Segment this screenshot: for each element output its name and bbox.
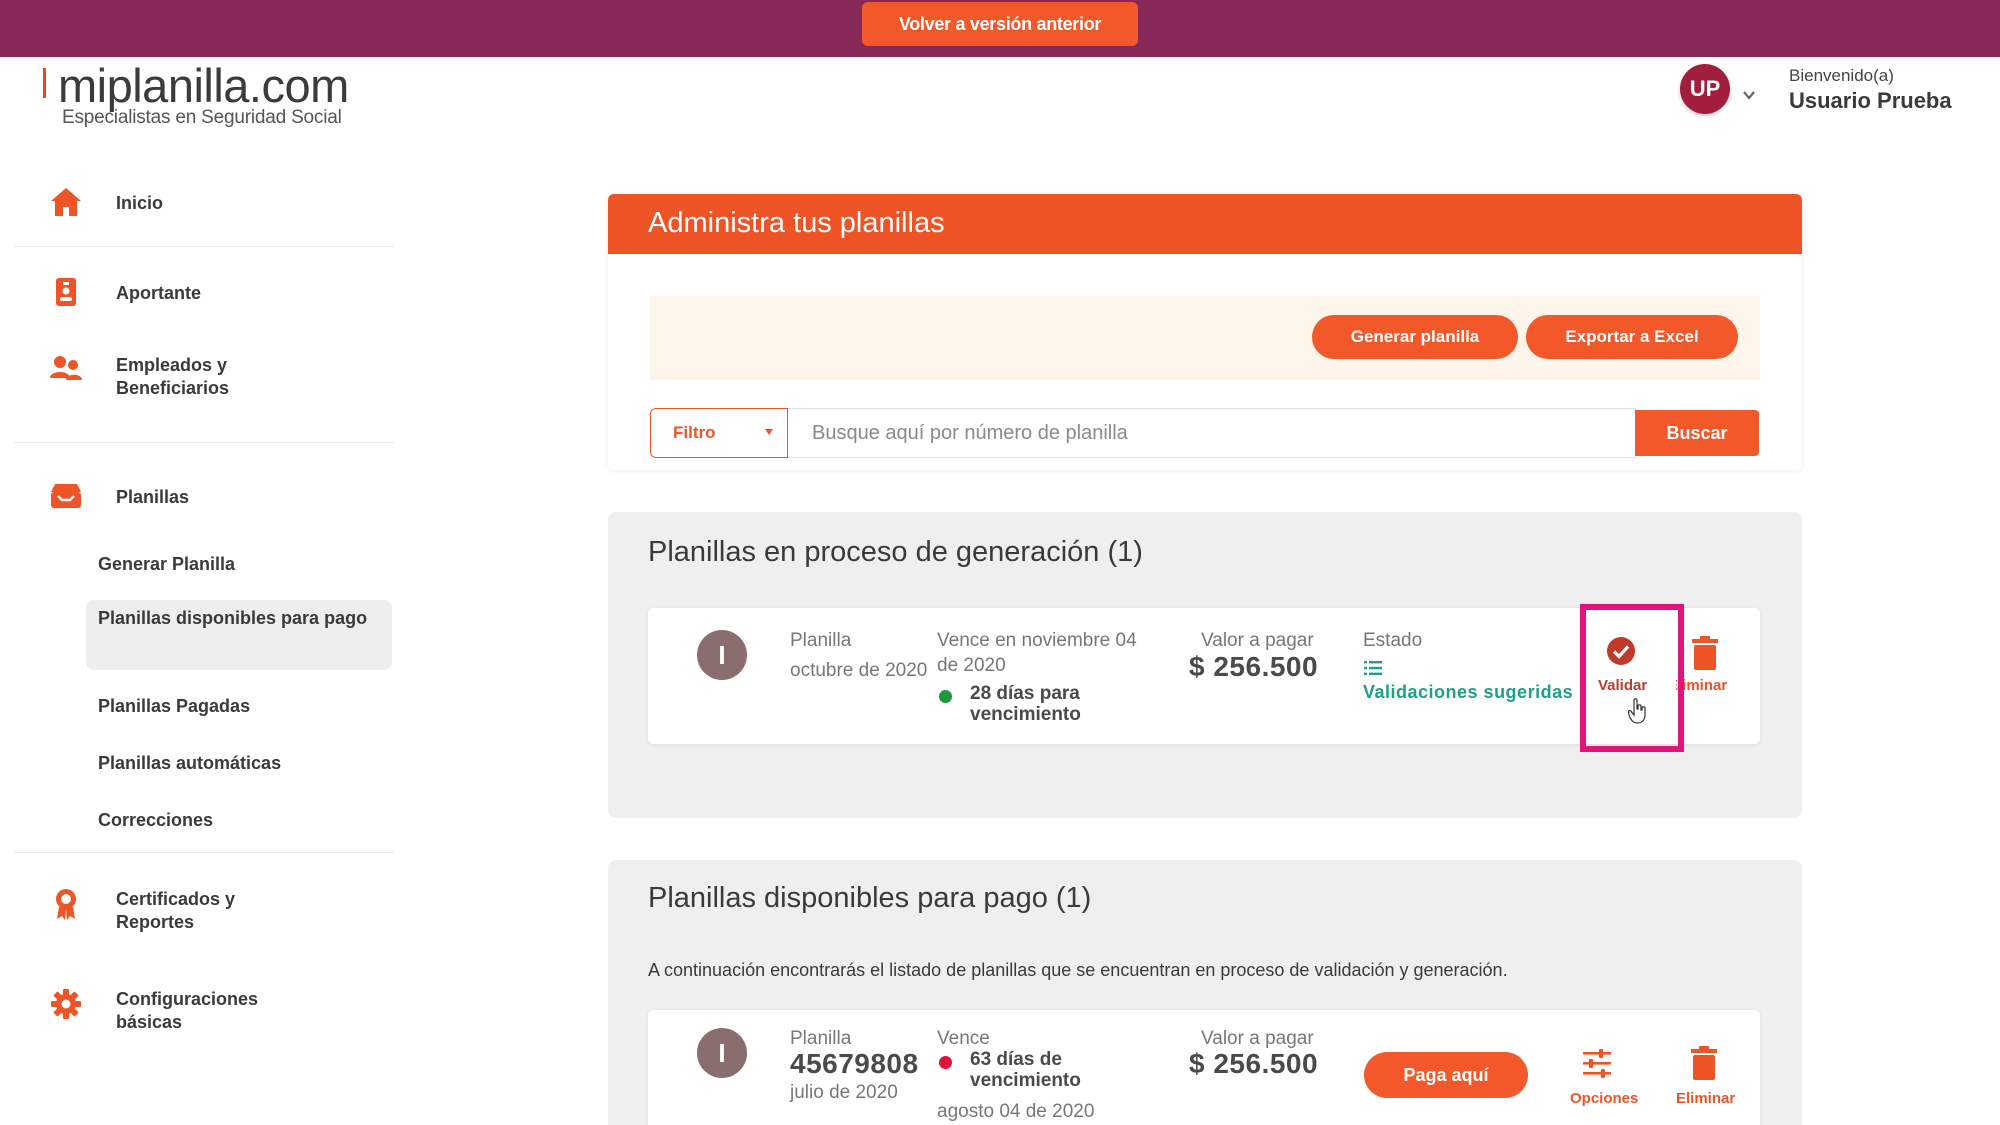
days-to-due-line2: vencimiento [970,1070,1081,1091]
section-title: Planillas disponibles para pago (1) [648,882,1092,914]
users-icon [50,356,82,380]
sidebar-item-configuraciones[interactable]: Configuraciones básicas [14,982,394,1036]
sidebar-subitem-correcciones[interactable]: Correcciones [86,808,392,833]
search-button[interactable]: Buscar [1635,410,1759,456]
planilla-period: octubre de 2020 [790,660,928,681]
options-button[interactable]: Opciones [1558,1048,1638,1114]
due-date: agosto 04 de 2020 [937,1101,1095,1122]
greeting: Bienvenido(a) [1789,66,1894,85]
page-title: Administra tus planillas [648,207,945,239]
value-amount: $ 256.500 [1189,651,1319,682]
sidebar-subitem-generar-planilla[interactable]: Generar Planilla [86,552,392,577]
planilla-label: Planilla [790,1028,852,1049]
planilla-card: I Planilla 45679808 julio de 2020 Vence … [648,1010,1760,1125]
status-dot-red [939,1056,952,1069]
available-section: Planillas disponibles para pago (1) A co… [608,860,1802,1125]
id-badge-icon [56,278,76,306]
days-to-due-line2: vencimiento [970,704,1081,725]
options-label: Opciones [1570,1090,1639,1107]
status-value[interactable]: Validaciones sugeridas [1363,682,1573,703]
sidebar-item-label: Empleados y Beneficiarios [116,355,230,399]
sidebar-item-planillas[interactable]: Planillas [14,478,394,528]
in-process-section: Planillas en proceso de generación (1) I… [608,512,1802,818]
admin-panel: Administra tus planillas Generar planill… [608,194,1802,470]
value-amount: $ 256.500 [1189,1048,1319,1079]
due-date-line2: de 2020 [937,655,1006,676]
sidebar-item-aportante[interactable]: Aportante [14,272,394,322]
filter-label: Filtro [673,423,716,442]
hand-cursor-icon [1628,698,1646,724]
sidebar-subitem-disponibles-para-pago[interactable]: Planillas disponibles para pago [86,600,392,670]
panel-header: Administra tus planillas [608,194,1802,254]
trash-icon [1691,1046,1717,1080]
divider [14,852,394,853]
sidebar-subitem-automaticas[interactable]: Planillas automáticas [86,751,392,776]
tray-icon [51,484,81,508]
status-dot-green [939,690,952,703]
back-to-previous-version-button[interactable]: Volver a versión anterior [862,2,1138,46]
planilla-number: 45679808 [790,1048,919,1079]
due-label: Vence [937,1028,990,1049]
award-icon [56,889,76,920]
divider [14,246,394,247]
top-banner: Volver a versión anterior [0,0,2000,57]
planilla-type-icon: I [697,630,747,680]
search-row: Filtro Buscar [650,408,1760,458]
sliders-icon [1583,1049,1611,1078]
delete-button[interactable]: Eliminar [1676,636,1736,706]
status-label: Estado [1363,630,1423,651]
filter-dropdown[interactable]: Filtro [650,408,788,458]
due-date-line1: Vence en noviembre 04 [937,630,1137,651]
value-label: Valor a pagar [1201,1028,1314,1049]
search-input[interactable] [788,408,1636,458]
sidebar-item-label: Certificados y Reportes [116,889,236,933]
export-excel-button[interactable]: Exportar a Excel [1526,315,1738,359]
avatar[interactable]: UP [1680,64,1730,114]
trash-icon [1692,636,1718,670]
divider [14,442,394,443]
value-label: Valor a pagar [1201,630,1314,651]
logo-tagline: Especialistas en Seguridad Social [62,107,342,128]
sidebar-item-empleados[interactable]: Empleados y Beneficiarios [14,352,394,412]
delete-label: Eliminar [1676,1090,1736,1107]
generate-planilla-button[interactable]: Generar planilla [1312,315,1518,359]
section-description: A continuación encontrarás el listado de… [648,960,1508,980]
logo-name: miplanilla.com [58,59,349,112]
delete-button[interactable]: Eliminar [1666,1046,1746,1116]
sidebar-item-label: Planillas [116,487,190,507]
caret-down-icon [765,429,773,435]
list-icon [1364,661,1382,675]
pay-here-button[interactable]: Paga aquí [1364,1052,1528,1098]
planilla-period: julio de 2020 [790,1082,898,1103]
days-to-due-line1: 28 días para [970,683,1080,704]
gear-icon [51,989,81,1019]
sidebar-item-inicio[interactable]: Inicio [14,182,394,232]
sidebar-item-label: Inicio [116,193,164,213]
days-to-due-line1: 63 días de [970,1049,1062,1070]
highlight-box [1580,604,1684,752]
section-title: Planillas en proceso de generación (1) [648,536,1143,568]
sidebar-subitem-pagadas[interactable]: Planillas Pagadas [86,694,392,719]
sidebar-item-label: Aportante [116,283,201,303]
user-name: Usuario Prueba [1789,88,1952,113]
logo-bar [43,68,46,98]
chevron-down-icon[interactable] [1742,88,1756,102]
actions-bar: Generar planilla Exportar a Excel [650,296,1760,380]
sidebar-item-certificados[interactable]: Certificados y Reportes [14,882,394,936]
home-icon [51,188,81,216]
planilla-label: Planilla [790,630,852,651]
planilla-type-icon: I [697,1028,747,1078]
sidebar-item-label: Configuraciones básicas [116,989,259,1033]
